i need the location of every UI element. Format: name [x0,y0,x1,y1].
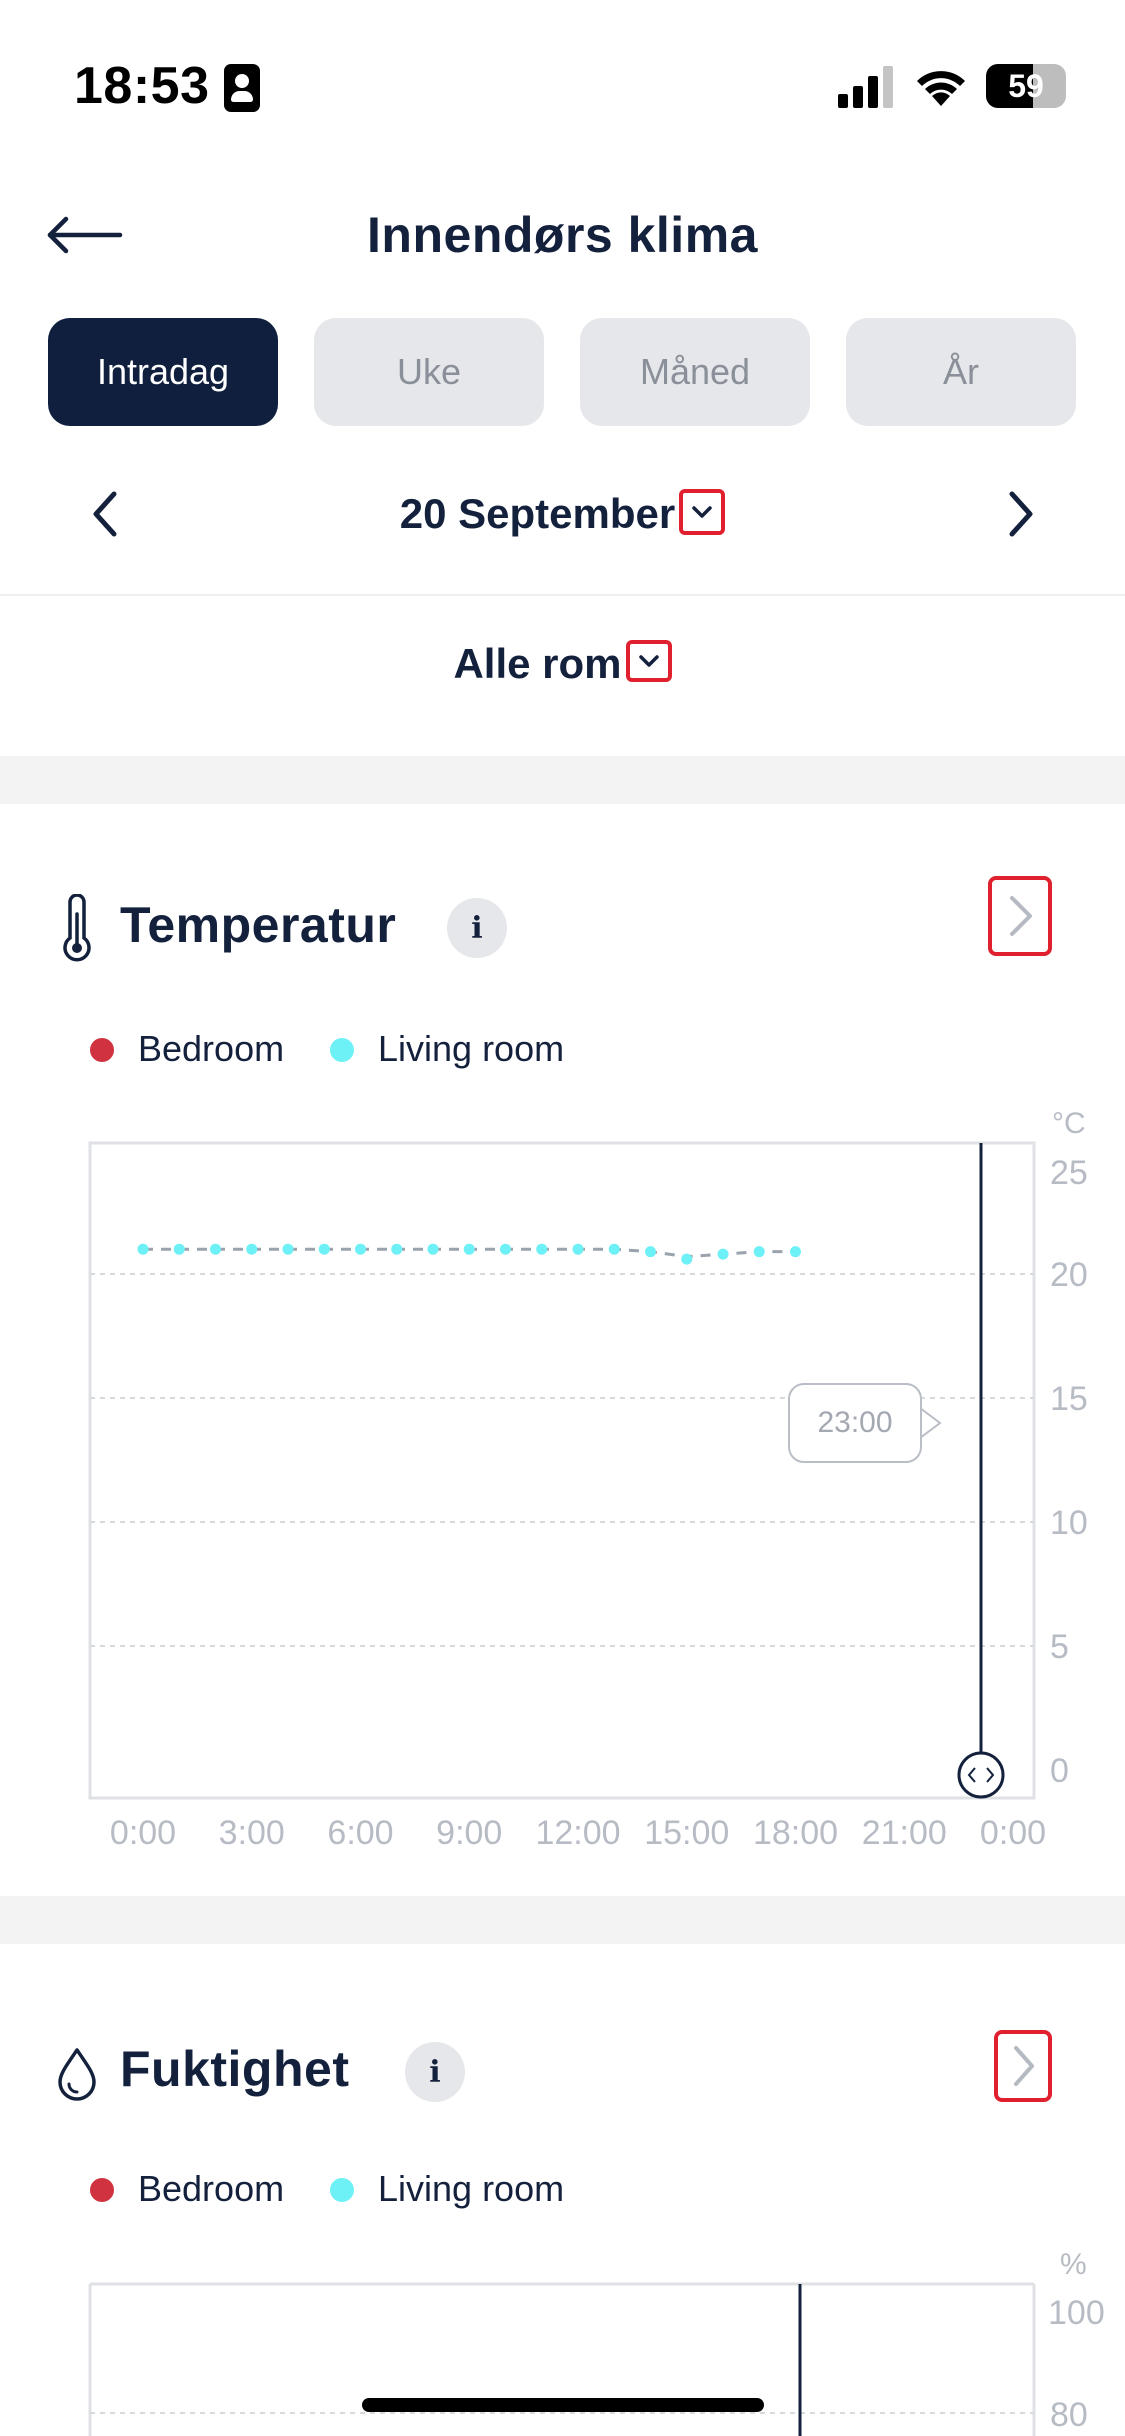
y-tick-label: 20 [1050,1256,1088,1294]
data-point-living-room [572,1243,584,1255]
humidity-header: Fuktighet i [0,2020,1125,2120]
humidity-title: Fuktighet [120,2041,350,2097]
home-indicator [362,2398,764,2412]
date-dropdown-chevron-icon[interactable] [679,488,726,535]
y-axis-unit: % [1060,2248,1087,2281]
data-point-living-room [355,1243,366,1255]
legend-label: Living room [378,1028,565,1069]
legend-dot [330,2178,354,2202]
battery-percentage: 59 [1008,68,1044,104]
focus-person-icon [224,64,260,112]
x-tick-label: 15:00 [644,1814,729,1852]
section-separator [0,1896,1125,1944]
legend-dot [90,2178,114,2202]
tooltip-time: 23:00 [817,1406,893,1439]
y-tick-label: 15 [1050,1380,1088,1418]
page-title: Innendørs klima [367,207,758,263]
x-tick-label: 0:00 [110,1814,176,1852]
chevron-right-icon [1014,2046,1034,2086]
date-navigation: 20 September [0,470,1125,560]
y-tick-label: 0 [1050,1752,1069,1790]
water-drop-icon [58,2048,96,2101]
x-tick-label: 9:00 [436,1814,502,1852]
x-tick-label: 6:00 [327,1814,393,1852]
cursor-handle [957,1751,1005,1799]
cellular-signal-icon [838,66,893,108]
x-tick-label: 3:00 [219,1814,285,1852]
x-tick-label: 0:00 [980,1814,1046,1852]
humidity-details-button[interactable] [994,2030,1052,2102]
status-time: 18:53 [74,57,210,115]
humidity-info-button[interactable]: i [405,2042,465,2102]
y-tick-label: 25 [1050,1154,1088,1192]
date-selector[interactable]: 20 September [0,488,1125,538]
temperature-info-button[interactable]: i [447,898,507,958]
wifi-icon [917,71,965,106]
temperature-chart[interactable]: °C25201510500:00 3:00 6:00 9:00 12:00 15:00 18… [0,1100,1125,1860]
date-label: 20 September [399,490,676,537]
next-day-chevron-icon[interactable] [990,484,1050,544]
x-tick-label: 12:00 [535,1814,620,1852]
legend-dot [90,1038,114,1062]
data-point-living-room [282,1243,294,1255]
y-tick-label: 100 [1048,2294,1105,2332]
data-point-living-room [427,1243,439,1255]
status-bar: 18:53 59 [0,0,1125,180]
data-point-living-room [753,1246,765,1258]
room-filter-label: Alle rom [453,640,622,687]
tab-ar[interactable]: År [846,318,1076,426]
data-point-living-room [318,1243,330,1255]
data-point-living-room [717,1248,729,1260]
temperature-title: Temperatur [120,897,397,953]
data-point-living-room [137,1243,149,1255]
period-tabs: Intradag Uke Måned År [48,318,1078,426]
data-point-living-room [210,1243,221,1255]
data-point-living-room [173,1243,185,1255]
x-tick-label: 21:00 [862,1814,947,1852]
data-point-living-room [645,1246,656,1258]
legend-dot [330,1038,354,1062]
temperature-details-button[interactable] [988,876,1052,956]
chart-frame [88,1141,1036,1800]
room-filter[interactable]: Alle rom [0,639,1125,688]
chevron-right-icon [1010,896,1032,936]
y-tick-label: 80 [1050,2396,1088,2434]
tab-uke[interactable]: Uke [314,318,544,426]
section-separator [0,756,1125,804]
legend-label: Bedroom [138,2168,285,2209]
battery-icon: 59 [986,64,1066,108]
tab-maned[interactable]: Måned [580,318,810,426]
data-point-living-room [500,1243,511,1255]
data-point-living-room [391,1243,403,1255]
legend-label: Bedroom [138,1028,285,1069]
y-axis-unit: °C [1052,1107,1086,1140]
data-point-living-room [790,1246,801,1258]
thermometer-icon [63,894,91,962]
tab-intradag[interactable]: Intradag [48,318,278,426]
y-tick-label: 5 [1050,1628,1069,1666]
x-tick-label: 18:00 [753,1814,838,1852]
data-point-living-room [463,1243,475,1255]
data-point-living-room [681,1253,693,1265]
room-dropdown-chevron-icon[interactable] [625,639,672,682]
y-tick-label: 10 [1050,1504,1088,1542]
divider [0,594,1125,596]
data-point-living-room [246,1243,258,1255]
data-point-living-room [608,1243,620,1255]
legend-label: Living room [378,2168,565,2209]
data-point-living-room [536,1243,548,1255]
temperature-header: Temperatur i [0,876,1125,976]
